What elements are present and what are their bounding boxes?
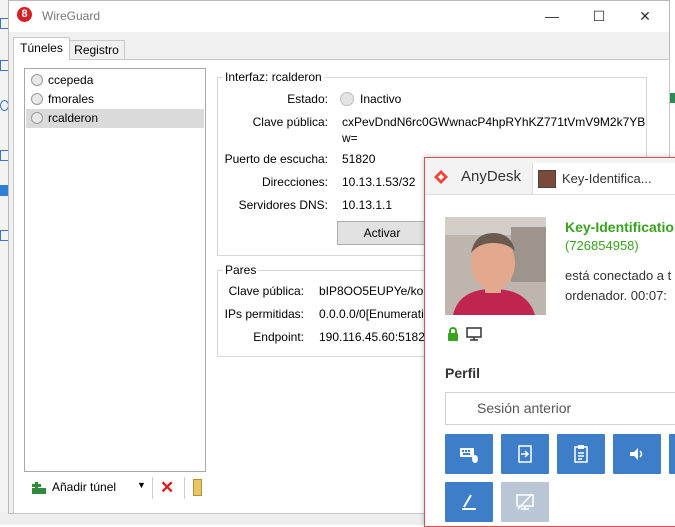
addresses-label: Direcciones: — [261, 175, 328, 189]
minimize-button[interactable]: — — [532, 4, 572, 28]
endpoint-label: Endpoint: — [253, 330, 304, 344]
add-tunnel-icon — [32, 482, 46, 494]
export-tunnels-icon[interactable] — [193, 479, 202, 496]
more-actions-button[interactable] — [669, 434, 675, 474]
connection-message-line1: está conectado a t — [565, 268, 672, 283]
peer-legend: Pares — [225, 263, 257, 277]
session-tab-label: Key-Identifica... — [562, 171, 652, 186]
maximize-button[interactable]: ☐ — [579, 4, 619, 28]
window-title: WireGuard — [42, 9, 101, 23]
tunnel-status-dot-icon — [31, 112, 43, 124]
profile-select[interactable]: Sesión anterior — [445, 392, 675, 425]
allowed-ips-value: 0.0.0.0/0[Enumeratio — [319, 307, 431, 321]
tunnel-name: rcalderon — [48, 111, 99, 125]
tunnel-status-dot-icon — [31, 93, 43, 105]
keyboard-mouse-icon — [460, 448, 478, 463]
block-screen-button[interactable] — [501, 482, 549, 522]
tab-tunnels[interactable]: Túneles — [13, 37, 70, 60]
wireguard-titlebar[interactable]: 8 WireGuard — ☐ ✕ — [9, 1, 669, 32]
interface-legend: Interfaz: rcalderon — [225, 70, 322, 84]
pubkey-value-line1: cxPevDndN6rc0GWwnacP4hpRYhKZ771tVmV9M2k7… — [342, 115, 646, 129]
remote-name: Key-Identificatio — [565, 219, 674, 235]
remote-id: (726854958) — [565, 238, 639, 253]
add-tunnel-dropdown-caret[interactable]: ▼ — [137, 480, 146, 490]
peer-pubkey-value: bIP8OO5EUPYe/koR — [319, 284, 432, 298]
pubkey-label: Clave pública: — [252, 115, 328, 129]
toolbar-divider — [184, 477, 185, 499]
dns-label: Servidores DNS: — [238, 198, 328, 212]
block-screen-icon — [516, 493, 534, 510]
status-label: Estado: — [287, 92, 328, 106]
tunnel-status-dot-icon — [31, 74, 43, 86]
anydesk-brand: AnyDesk — [461, 168, 522, 185]
clipboard-button[interactable] — [557, 434, 605, 474]
tunnel-name: fmorales — [48, 92, 95, 106]
profile-select-value: Sesión anterior — [477, 400, 572, 416]
add-tunnel-button[interactable]: Añadir túnel — [52, 480, 116, 494]
peer-pubkey-label: Clave pública: — [228, 284, 304, 298]
profile-heading: Perfil — [445, 365, 481, 381]
draw-button[interactable] — [445, 482, 493, 522]
tunnel-item-rcalderon[interactable]: rcalderon — [26, 109, 204, 128]
status-value: Inactivo — [360, 92, 402, 106]
activate-button[interactable]: Activar — [337, 221, 427, 245]
tab-log[interactable]: Registro — [68, 40, 125, 60]
switch-side-button[interactable] — [501, 434, 549, 474]
wireguard-logo-icon: 8 — [17, 7, 32, 22]
tab-avatar-icon — [538, 170, 556, 188]
dns-value: 10.13.1.1 — [342, 198, 393, 212]
delete-tunnel-button[interactable]: ✕ — [160, 478, 174, 498]
addresses-value: 10.13.1.53/32 — [342, 175, 416, 189]
listen-port-value: 51820 — [342, 152, 376, 166]
anydesk-session-tab[interactable]: Key-Identifica... — [532, 163, 675, 194]
allowed-ips-label: IPs permitidas: — [224, 307, 304, 321]
endpoint-value: 190.116.45.60:51822 — [319, 330, 432, 344]
pubkey-value-line2: w= — [342, 131, 358, 145]
close-button[interactable]: ✕ — [625, 4, 665, 28]
lock-icon — [448, 327, 458, 341]
remote-user-avatar — [445, 217, 546, 315]
tunnel-list[interactable]: ccepeda fmorales rcalderon — [24, 68, 206, 472]
anydesk-window: AnyDesk Key-Identifica... Key-Identifica… — [424, 157, 675, 527]
audio-button[interactable] — [613, 434, 661, 474]
status-dot-icon — [340, 92, 354, 106]
anydesk-header: AnyDesk Key-Identifica... — [425, 158, 675, 195]
tunnel-item-fmorales[interactable]: fmorales — [26, 90, 204, 109]
switch-side-icon — [518, 445, 532, 463]
listen-port-label: Puerto de escucha: — [224, 152, 328, 166]
tunnel-name: ccepeda — [48, 73, 94, 87]
audio-icon — [630, 448, 643, 460]
clipboard-icon — [574, 445, 588, 463]
avatar-photo-icon — [445, 217, 546, 315]
keyboard-mouse-button[interactable] — [445, 434, 493, 474]
connection-message-line2: ordenador. 00:07: — [565, 288, 667, 303]
tunnel-item-ccepeda[interactable]: ccepeda — [26, 71, 204, 90]
tunnel-toolbar: Añadir túnel ▼ ✕ — [24, 474, 204, 502]
draw-icon — [462, 494, 476, 510]
monitor-icon — [466, 327, 482, 341]
toolbar-divider — [152, 477, 153, 499]
anydesk-logo-icon — [434, 170, 448, 184]
